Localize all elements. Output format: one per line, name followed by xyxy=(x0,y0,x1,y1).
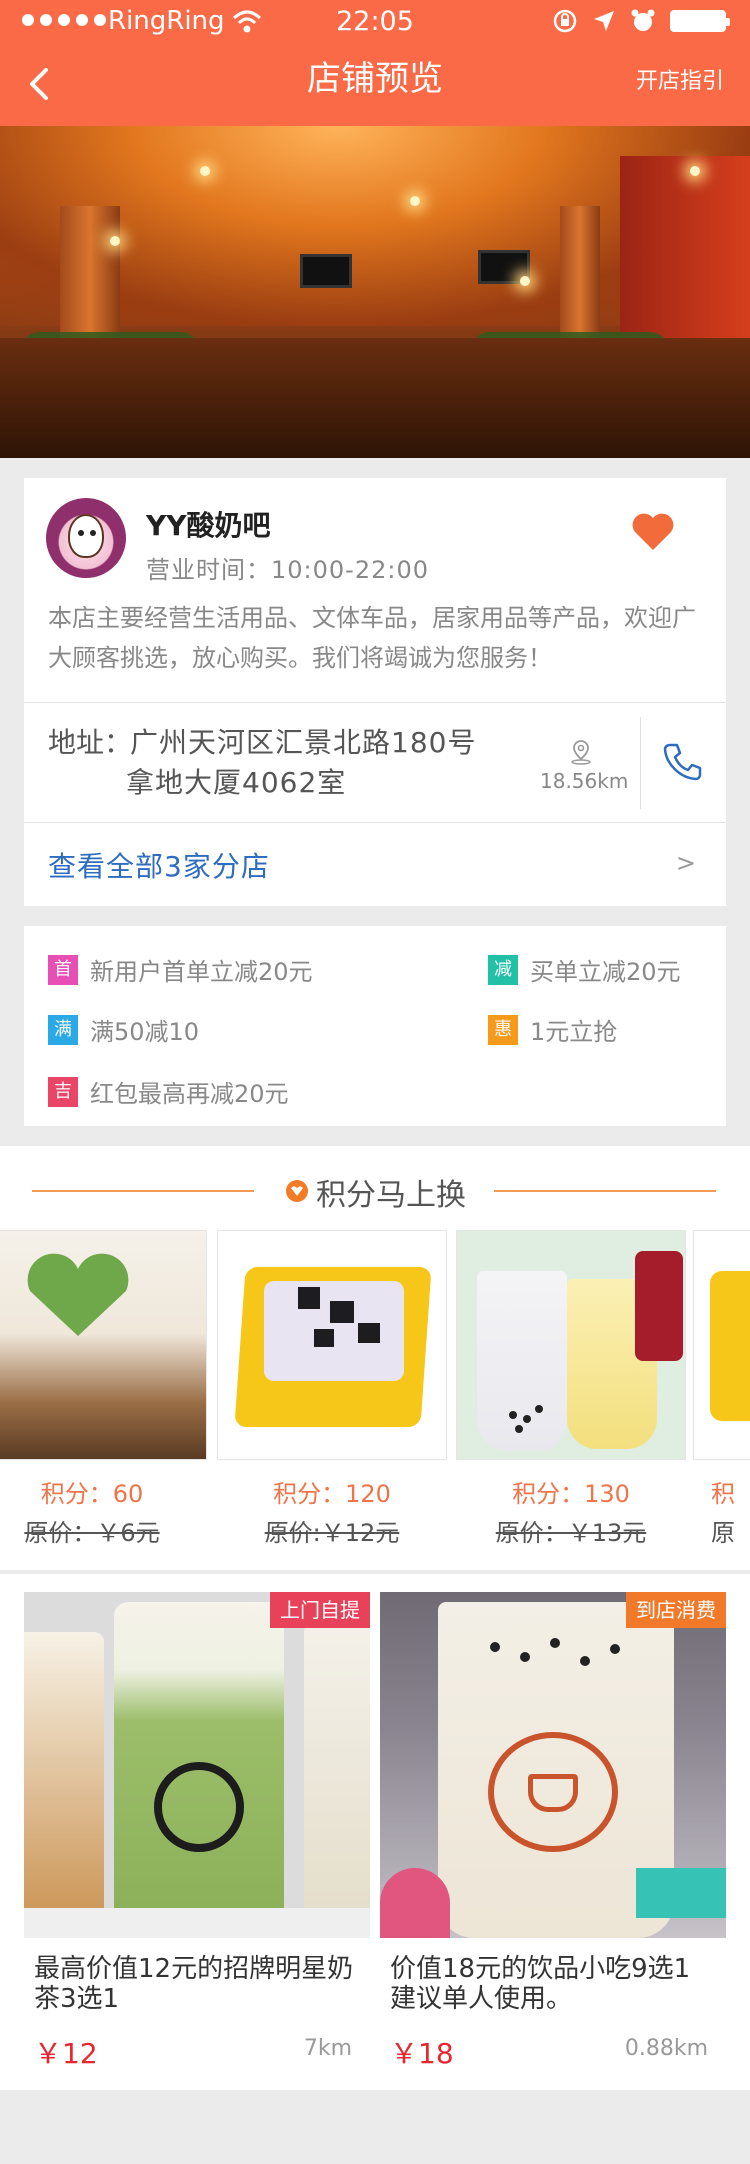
deal-price: ￥18 xyxy=(390,2037,454,2070)
chevron-right-icon: > xyxy=(675,849,696,877)
shop-description: 本店主要经营生活用品、文体车品，居家用品等产品，欢迎广大顾客挑选，放心购买。我们… xyxy=(48,604,696,672)
shop-banner-image xyxy=(0,126,750,458)
shop-name: YY酸奶吧 xyxy=(146,509,271,542)
deal-badge: 到店消费 xyxy=(626,1592,726,1628)
points-item-image[interactable] xyxy=(217,1230,447,1460)
points-section-title: 积分马上换 xyxy=(316,1178,466,1213)
points-item-image[interactable] xyxy=(0,1230,207,1460)
status-bar: RingRing 22:05 xyxy=(0,0,750,46)
promo-text: 满50减10 xyxy=(90,1018,200,1046)
deal-card[interactable]: 上门自提 最高价值12元的招牌明星奶茶3选1 ￥12 7km xyxy=(24,1592,370,2070)
promo-item: 减 买单立减20元 xyxy=(488,952,681,987)
shop-distance: 18.56km xyxy=(540,769,629,793)
divider xyxy=(32,1190,254,1192)
original-price: 原价:￥12元 xyxy=(264,1519,400,1547)
promo-tag: 减 xyxy=(488,954,518,985)
original-price: 原 xyxy=(711,1519,735,1547)
promo-text: 1元立抢 xyxy=(530,1018,618,1046)
promo-text: 买单立减20元 xyxy=(530,958,681,986)
battery-icon xyxy=(670,10,730,32)
promo-item: 首 新用户首单立减20元 xyxy=(48,952,313,987)
deal-price: ￥12 xyxy=(34,2037,98,2070)
points-score: 积分：120 xyxy=(273,1480,391,1508)
divider xyxy=(640,717,641,809)
original-price: 原价：￥13元 xyxy=(495,1519,647,1547)
shop-logo xyxy=(46,498,126,578)
points-item[interactable]: 积分：120 原价:￥12元 xyxy=(217,1230,447,1548)
points-item-image[interactable] xyxy=(456,1230,686,1460)
shop-guide-link[interactable]: 开店指引 xyxy=(636,66,724,98)
favorite-heart-icon[interactable] xyxy=(630,510,676,552)
promo-text: 新用户首单立减20元 xyxy=(90,958,313,986)
view-branches-row[interactable]: 查看全部3家分店 > xyxy=(24,822,726,906)
phone-call-icon[interactable] xyxy=(660,739,704,783)
deal-image[interactable]: 到店消费 xyxy=(380,1592,726,1938)
points-exchange-section: 积分马上换 积分：60 原价：￥6元 积分：120 原价:￥12元 积分：130… xyxy=(0,1146,750,1570)
promo-tag: 首 xyxy=(48,954,78,985)
deal-title: 价值18元的饮品小吃9选1建议单人使用。 xyxy=(390,1954,691,2014)
promo-item: 吉 红包最高再减20元 xyxy=(48,1074,289,1109)
rotation-lock-icon xyxy=(553,9,577,33)
points-item[interactable]: 积 原 xyxy=(693,1230,750,1548)
points-item-image[interactable] xyxy=(693,1230,750,1460)
promo-tag: 吉 xyxy=(48,1076,78,1107)
business-hours: 营业时间：10:00-22:00 xyxy=(146,556,429,584)
promotions-card: 首 新用户首单立减20元 减 买单立减20元 满 满50减10 惠 1元立抢 吉… xyxy=(24,926,726,1126)
alarm-icon xyxy=(631,9,655,31)
original-price: 原价：￥6元 xyxy=(24,1519,160,1547)
promo-item: 惠 1元立抢 xyxy=(488,1012,617,1047)
promo-item: 满 满50减10 xyxy=(48,1012,199,1047)
deal-badge: 上门自提 xyxy=(270,1592,370,1628)
promo-tag: 惠 xyxy=(488,1014,518,1045)
divider xyxy=(494,1190,716,1192)
points-score: 积分：60 xyxy=(40,1480,144,1508)
view-branches-link[interactable]: 查看全部3家分店 xyxy=(48,845,270,885)
deal-distance: 0.88km xyxy=(624,2036,708,2061)
app-header: RingRing 22:05 店铺预览 开店指引 xyxy=(0,0,750,126)
deal-distance: 7km xyxy=(303,2036,352,2061)
address-line-2: 拿地大厦4062室 xyxy=(126,766,347,799)
promo-tag: 满 xyxy=(48,1014,78,1045)
deal-card[interactable]: 到店消费 价值18元的饮品小吃9选1建议单人使用。 ￥18 0.88km xyxy=(380,1592,726,2070)
deal-title: 最高价值12元的招牌明星奶茶3选1 xyxy=(34,1954,354,2014)
promo-text: 红包最高再减20元 xyxy=(90,1080,289,1108)
map-pin-icon[interactable] xyxy=(569,739,593,765)
location-arrow-icon xyxy=(594,11,614,31)
points-score: 积 xyxy=(711,1480,735,1508)
matcha-heart xyxy=(27,1253,129,1336)
shop-info-card: YY酸奶吧 营业时间：10:00-22:00 本店主要经营生活用品、文体车品，居… xyxy=(24,478,726,702)
shop-address-card: 地址： 广州天河区汇景北路180号 拿地大厦4062室 18.56km xyxy=(24,702,726,822)
deal-image[interactable]: 上门自提 xyxy=(24,1592,370,1938)
points-score: 积分：130 xyxy=(512,1480,630,1508)
address-line-1: 广州天河区汇景北路180号 xyxy=(130,726,477,759)
points-item[interactable]: 积分：130 原价：￥13元 xyxy=(456,1230,686,1548)
points-item[interactable]: 积分：60 原价：￥6元 xyxy=(0,1230,207,1548)
deals-section: 上门自提 最高价值12元的招牌明星奶茶3选1 ￥12 7km 到店消费 价值18… xyxy=(0,1574,750,2090)
address-label: 地址： xyxy=(48,726,133,759)
heart-badge-icon xyxy=(286,1180,308,1202)
